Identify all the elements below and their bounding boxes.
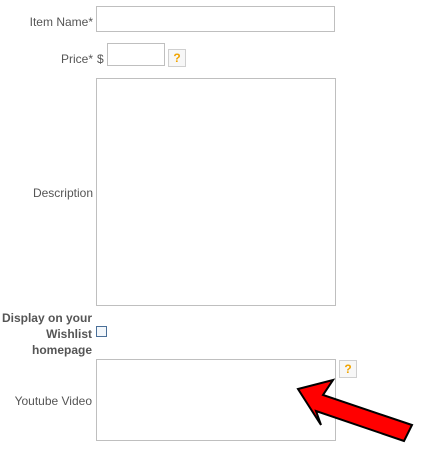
red-arrow-icon xyxy=(296,378,414,443)
